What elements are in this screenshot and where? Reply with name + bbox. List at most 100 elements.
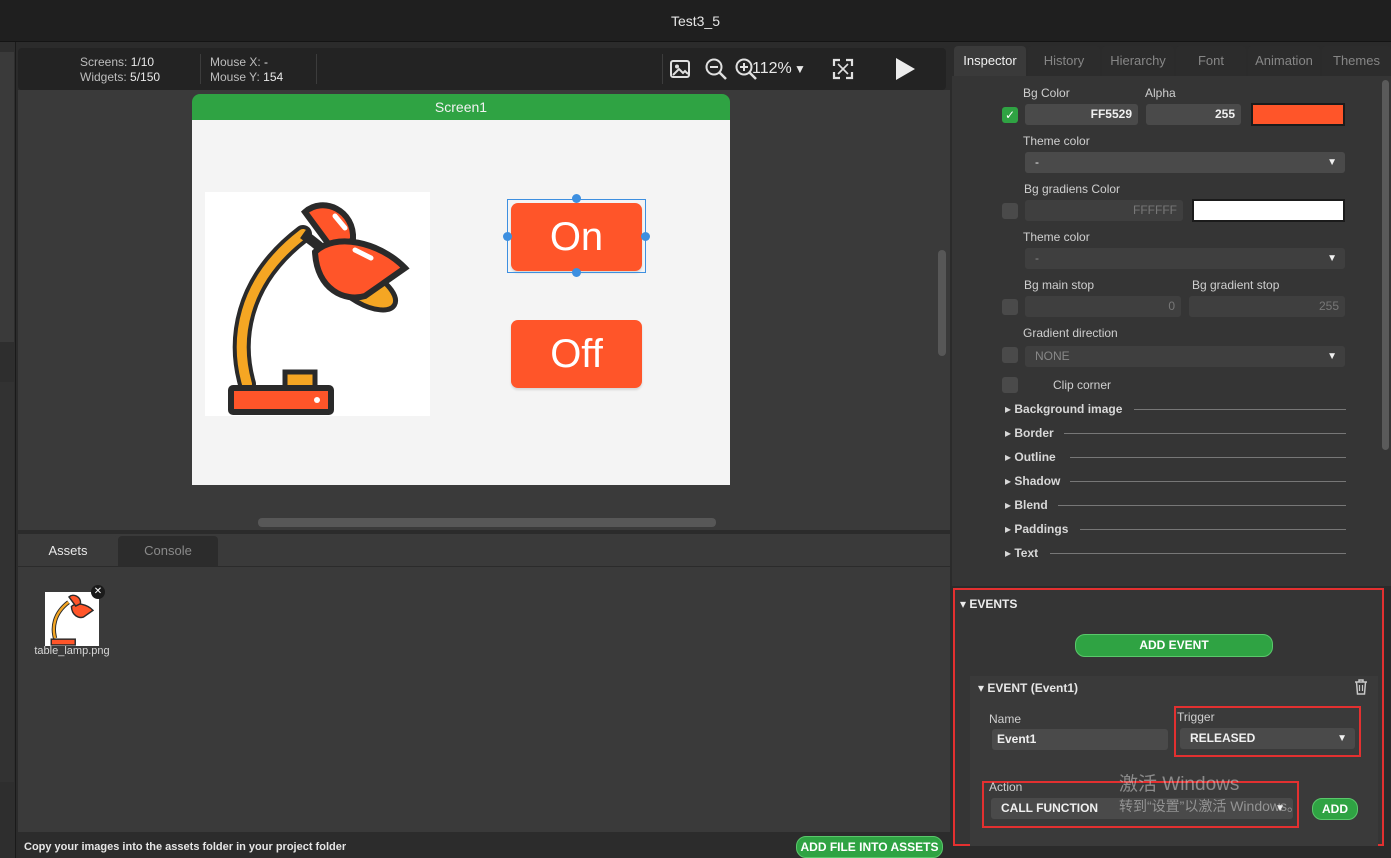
widgets-label: Widgets: (80, 70, 127, 84)
tab-inspector[interactable]: Inspector (954, 46, 1026, 76)
theme-color-select-2[interactable]: - ▼ (1025, 248, 1345, 269)
window-title: Test3_5 (670, 13, 721, 29)
activation-watermark-title: 激活 Windows (1119, 774, 1240, 795)
section-border[interactable]: ▸ Border (1005, 426, 1054, 440)
bg-gradient-swatch[interactable] (1192, 199, 1345, 222)
table-lamp-icon (228, 202, 410, 415)
canvas-vertical-scrollbar[interactable] (938, 250, 946, 356)
events-header[interactable]: ▾ EVENTS (960, 597, 1017, 611)
section-divider (1080, 529, 1346, 530)
section-divider (1058, 505, 1346, 506)
section-shadow[interactable]: ▸ Shadow (1005, 474, 1060, 488)
stops-checkbox[interactable] (1002, 299, 1018, 315)
trigger-label: Trigger (1177, 710, 1215, 724)
mouse-y-value: 154 (263, 70, 284, 84)
remove-asset-close-icon[interactable]: ✕ (91, 585, 105, 599)
section-divider (1134, 409, 1346, 410)
bg-main-stop-label: Bg main stop (1024, 278, 1095, 292)
run-simulator-button[interactable] (892, 56, 918, 82)
event-name-label: Name (989, 712, 1022, 726)
resize-handle-bottom[interactable] (572, 268, 581, 277)
bg-gradient-color-input[interactable]: FFFFFF (1025, 200, 1183, 221)
tab-themes[interactable]: Themes (1322, 46, 1391, 76)
add-file-into-assets-button[interactable]: ADD FILE INTO ASSETS (796, 836, 943, 858)
table-lamp-icon (50, 594, 95, 646)
bg-main-stop-input[interactable]: 0 (1025, 296, 1181, 317)
screens-label: Screens: (80, 55, 128, 69)
screen-title-tab[interactable]: Screen1 (192, 94, 730, 120)
section-label: Paddings (1014, 522, 1069, 536)
clip-corner-label: Clip corner (1053, 378, 1112, 392)
mouse-x-stat: Mouse X: - (210, 55, 268, 70)
gradient-direction-select[interactable]: NONE ▼ (1025, 346, 1345, 367)
mouse-y-stat: Mouse Y: 154 (210, 70, 283, 85)
chevron-down-icon[interactable]: ▼ (794, 62, 806, 76)
bg-color-checkbox[interactable]: ✓ (1002, 107, 1018, 123)
theme-color-label-2: Theme color (1023, 230, 1090, 244)
tab-hierarchy[interactable]: Hierarchy (1102, 46, 1174, 76)
tab-font[interactable]: Font (1176, 46, 1246, 76)
zoom-out-button[interactable] (703, 56, 729, 82)
section-outline[interactable]: ▸ Outline (1005, 450, 1056, 464)
assets-list (18, 566, 950, 832)
theme-color-value: - (1035, 155, 1039, 169)
section-label: Background image (1014, 402, 1123, 416)
resize-handle-left[interactable] (503, 232, 512, 241)
add-event-button[interactable]: ADD EVENT (1075, 634, 1273, 657)
left-panel-segment (0, 52, 14, 342)
inspector-scrollbar[interactable] (1382, 80, 1389, 450)
gradient-direction-checkbox[interactable] (1002, 347, 1018, 363)
bg-gradient-checkbox[interactable] (1002, 203, 1018, 219)
chevron-down-icon: ▼ (1327, 157, 1337, 168)
play-icon (896, 58, 915, 80)
theme-color-select[interactable]: - ▼ (1025, 152, 1345, 173)
event-header[interactable]: ▾ EVENT (Event1) (978, 681, 1078, 695)
clip-corner-checkbox[interactable] (1002, 377, 1018, 393)
bg-color-input[interactable]: FF5529 (1025, 104, 1138, 125)
tab-assets[interactable]: Assets (18, 536, 118, 566)
tab-animation[interactable]: Animation (1248, 46, 1320, 76)
inspector-tab-bar: Inspector History Hierarchy Font Animati… (952, 46, 1391, 76)
trigger-select[interactable]: RELEASED ▼ (1180, 728, 1355, 749)
zoom-out-icon (705, 58, 727, 80)
off-button-widget[interactable]: Off (511, 320, 642, 388)
resize-handle-right[interactable] (641, 232, 650, 241)
fit-screen-button[interactable] (830, 56, 856, 82)
delete-event-button[interactable] (1353, 678, 1369, 699)
lamp-image-widget[interactable] (205, 192, 430, 416)
section-paddings[interactable]: ▸ Paddings (1005, 522, 1068, 536)
events-title: EVENTS (969, 597, 1018, 611)
add-action-button[interactable]: ADD (1312, 798, 1358, 820)
section-background-image[interactable]: ▸ Background image (1005, 402, 1122, 416)
resize-handle-top[interactable] (572, 194, 581, 203)
background-image-button[interactable] (667, 56, 693, 82)
assets-hint-text: Copy your images into the assets folder … (24, 841, 347, 853)
section-label: Text (1014, 546, 1039, 560)
zoom-select[interactable]: 112% (752, 60, 792, 78)
canvas-horizontal-scrollbar[interactable] (258, 518, 716, 527)
title-bar: Test3_5 (0, 0, 1391, 42)
trash-icon (1355, 679, 1367, 695)
screens-stat: Screens: 1/10 (80, 55, 154, 70)
screens-value: 1/10 (130, 55, 155, 69)
tab-history[interactable]: History (1028, 46, 1100, 76)
alpha-input[interactable]: 255 (1146, 104, 1241, 125)
chevron-down-icon: ▼ (1327, 253, 1337, 264)
activation-watermark-subtitle: 转到“设置”以激活 Windows。 (1119, 798, 1302, 814)
section-label: Shadow (1014, 474, 1061, 488)
chevron-down-icon: ▼ (1337, 733, 1347, 744)
section-divider (1070, 457, 1346, 458)
bg-gradient-stop-input[interactable]: 255 (1189, 296, 1345, 317)
tab-console[interactable]: Console (118, 536, 218, 566)
image-icon (670, 60, 690, 78)
event-name-input[interactable]: Event1 (992, 729, 1168, 750)
asset-filename: table_lamp.png (34, 645, 110, 657)
section-divider (1064, 433, 1346, 434)
section-blend[interactable]: ▸ Blend (1005, 498, 1048, 512)
mouse-x-label: Mouse X: (210, 55, 261, 69)
section-text[interactable]: ▸ Text (1005, 546, 1038, 560)
left-panel-segment (0, 382, 14, 782)
bg-color-swatch[interactable] (1251, 103, 1345, 126)
action-value: CALL FUNCTION (1001, 801, 1099, 815)
asset-item[interactable] (45, 592, 99, 646)
